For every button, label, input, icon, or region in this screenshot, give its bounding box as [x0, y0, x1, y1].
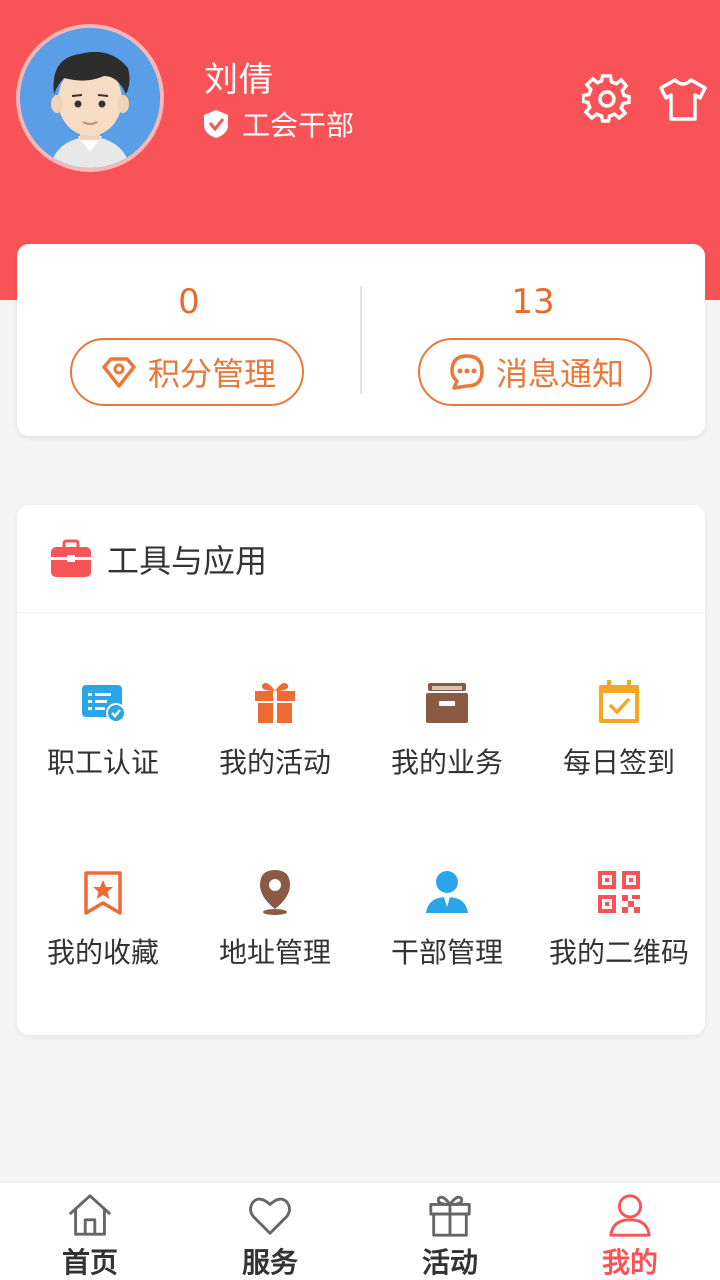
user-name: 刘倩: [204, 60, 274, 100]
tool-address-management[interactable]: 地址管理: [189, 803, 361, 993]
bottom-tab-bar: 首页 服务 活动 我的: [0, 1182, 720, 1280]
heart-icon: [249, 1197, 291, 1235]
points-stat: 0 积分管理: [17, 244, 361, 436]
message-notification-button[interactable]: 消息通知: [418, 338, 652, 406]
calendar-check-icon: [599, 680, 639, 723]
avatar[interactable]: [16, 24, 164, 172]
tab-activities[interactable]: 活动: [360, 1183, 540, 1280]
tools-header: 工具与应用: [17, 505, 705, 613]
points-management-label: 积分管理: [147, 355, 276, 393]
briefcase-icon: [51, 539, 91, 577]
tab-label: 首页: [61, 1246, 118, 1279]
tool-label: 我的活动: [218, 746, 331, 779]
points-value: 0: [178, 282, 200, 322]
diamond-icon: [102, 357, 136, 388]
tool-label: 我的收藏: [46, 936, 159, 969]
gift-icon: [255, 683, 295, 723]
tshirt-icon[interactable]: [658, 74, 708, 124]
points-management-button[interactable]: 积分管理: [70, 338, 304, 406]
user-icon: [609, 1194, 651, 1237]
home-icon: [68, 1194, 112, 1236]
gear-icon[interactable]: [582, 74, 632, 124]
tool-label: 职工认证: [46, 746, 159, 779]
tab-home[interactable]: 首页: [0, 1183, 180, 1280]
gift-icon: [429, 1195, 471, 1237]
tool-my-favorites[interactable]: 我的收藏: [17, 803, 189, 993]
message-notification-label: 消息通知: [495, 355, 624, 393]
tool-label: 我的二维码: [548, 936, 689, 969]
tools-title: 工具与应用: [107, 541, 268, 580]
messages-value: 13: [511, 282, 555, 322]
tool-label: 地址管理: [218, 936, 331, 969]
tab-label: 活动: [421, 1246, 478, 1279]
archive-box-icon: [426, 683, 468, 723]
role-label: 工会干部: [242, 109, 355, 142]
tool-my-business[interactable]: 我的业务: [361, 613, 533, 803]
tab-label: 服务: [241, 1246, 298, 1279]
tab-services[interactable]: 服务: [180, 1183, 360, 1280]
chat-icon: [450, 354, 484, 390]
tool-cadre-management[interactable]: 干部管理: [361, 803, 533, 993]
person-icon: [426, 871, 468, 913]
messages-stat: 13 消息通知: [361, 244, 705, 436]
verified-badge-icon: [204, 110, 228, 138]
role-tag: 工会干部: [200, 104, 354, 144]
stats-card: 0 积分管理 13 消息通知: [17, 244, 705, 436]
tool-my-activities[interactable]: 我的活动: [189, 613, 361, 803]
id-card-icon: [82, 685, 126, 723]
tool-label: 干部管理: [390, 936, 503, 969]
tool-daily-checkin[interactable]: 每日签到: [533, 613, 705, 803]
location-pin-icon: [260, 870, 290, 915]
bookmark-star-icon: [84, 871, 122, 915]
tools-card: 工具与应用 职工认证 我的活动 我的业务 每日签到 我的收藏 地址管理 干部管理…: [17, 505, 705, 1035]
tool-employee-certification[interactable]: 职工认证: [17, 613, 189, 803]
tab-label: 我的: [601, 1246, 658, 1279]
tool-label: 我的业务: [390, 746, 503, 779]
tool-my-qr-code[interactable]: 我的二维码: [533, 803, 705, 993]
tool-label: 每日签到: [562, 746, 675, 779]
tab-mine[interactable]: 我的: [540, 1183, 720, 1280]
qr-code-icon: [598, 871, 640, 913]
